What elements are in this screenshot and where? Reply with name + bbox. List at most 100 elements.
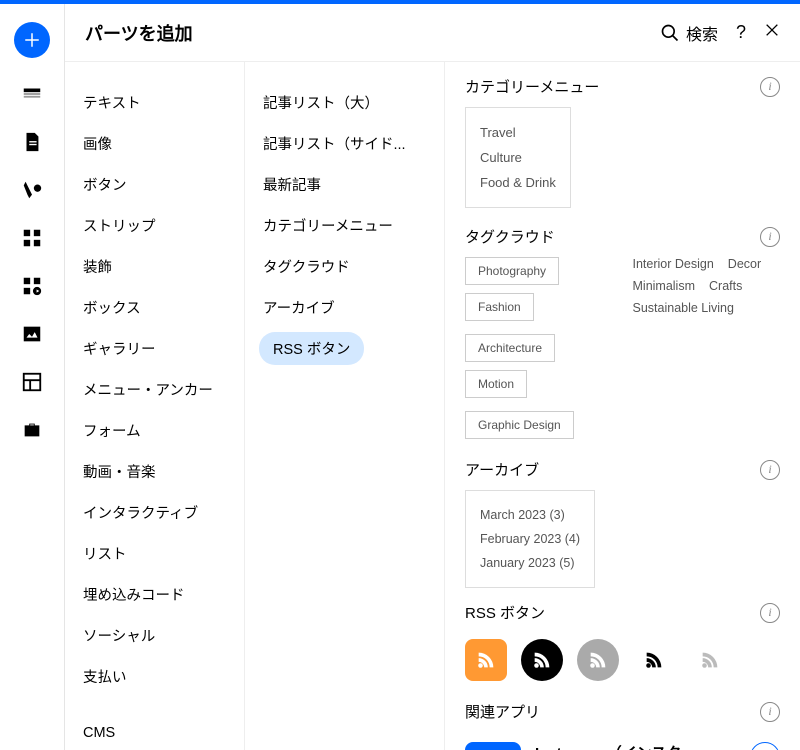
tag-text: Decor: [728, 257, 761, 271]
section-title: 関連アプリ: [465, 701, 540, 722]
category-item[interactable]: ソーシャル: [65, 615, 244, 656]
rss-button-orange[interactable]: [465, 639, 507, 681]
archive-preview[interactable]: March 2023 (3) February 2023 (4) January…: [465, 490, 595, 588]
category-menu-preview[interactable]: Travel Culture Food & Drink: [465, 107, 571, 208]
rss-icon: [699, 649, 721, 671]
app-card: Instagram（インスタ... ライブギャラリーにソーシャルメディアの投稿を…: [465, 732, 780, 750]
tag-chip: Fashion: [465, 293, 534, 321]
info-icon[interactable]: i: [760, 460, 780, 480]
subcategory-item[interactable]: アーカイブ: [245, 287, 444, 328]
rss-button-outline-light[interactable]: [689, 639, 731, 681]
rail-business-icon[interactable]: [20, 418, 44, 442]
search-button[interactable]: 検索: [660, 21, 718, 45]
category-item[interactable]: 画像: [65, 123, 244, 164]
rss-button-black[interactable]: [521, 639, 563, 681]
rss-button-outline-dark[interactable]: [633, 639, 675, 681]
category-item[interactable]: リスト: [65, 533, 244, 574]
archive-line: January 2023 (5): [480, 551, 580, 575]
rail-media-icon[interactable]: [20, 322, 44, 346]
app-icon: [465, 742, 521, 750]
panel-header: パーツを追加 検索 ?: [65, 4, 800, 62]
category-item[interactable]: フォーム: [65, 410, 244, 451]
rail-layout-icon[interactable]: [20, 370, 44, 394]
content: テキスト 画像 ボタン ストリップ 装飾 ボックス ギャラリー メニュー・アンカ…: [65, 62, 800, 750]
section-header: 関連アプリ i: [465, 687, 780, 732]
rss-button-gray[interactable]: [577, 639, 619, 681]
subcategory-item[interactable]: タグクラウド: [245, 246, 444, 287]
preview-line: Travel: [480, 120, 556, 145]
archive-line: February 2023 (4): [480, 527, 580, 551]
close-icon: [764, 22, 780, 38]
category-item[interactable]: ギャラリー: [65, 328, 244, 369]
category-item[interactable]: 埋め込みコード: [65, 574, 244, 615]
close-button[interactable]: [764, 22, 780, 43]
info-icon[interactable]: i: [760, 702, 780, 722]
app-info[interactable]: Instagram（インスタ... ライブギャラリーにソーシャルメディアの投稿を…: [535, 742, 736, 750]
category-item[interactable]: テキスト: [65, 82, 244, 123]
tag-text: Sustainable Living: [633, 301, 734, 315]
main-panel: パーツを追加 検索 ? テキスト 画像 ボタン ストリップ 装飾 ボックス: [64, 4, 800, 750]
subcategory-item[interactable]: カテゴリーメニュー: [245, 205, 444, 246]
tag-text: Crafts: [709, 279, 742, 293]
preview-line: Culture: [480, 145, 556, 170]
tag-cloud-preview: Photography Fashion Architecture Motion …: [465, 257, 780, 445]
section-header: アーカイブ i: [465, 445, 780, 490]
app-add-button[interactable]: +: [750, 742, 780, 750]
category-item[interactable]: メニュー・アンカー: [65, 369, 244, 410]
preview-panel: カテゴリーメニュー i Travel Culture Food & Drink …: [445, 62, 800, 750]
subcategory-list: 記事リスト（大） 記事リスト（サイド... 最新記事 カテゴリーメニュー タグク…: [245, 62, 445, 750]
tag-chip: Photography: [465, 257, 559, 285]
rail-section-icon[interactable]: [20, 82, 44, 106]
add-button[interactable]: [14, 22, 50, 58]
rail-plugins-icon[interactable]: [20, 274, 44, 298]
tag-text: Minimalism: [633, 279, 696, 293]
tag-cloud-chips[interactable]: Photography Fashion Architecture Motion …: [465, 257, 613, 445]
category-item[interactable]: ストリップ: [65, 205, 244, 246]
info-icon[interactable]: i: [760, 603, 780, 623]
category-item[interactable]: ボックス: [65, 287, 244, 328]
rail-page-icon[interactable]: [20, 130, 44, 154]
section-title: アーカイブ: [465, 459, 539, 480]
info-icon[interactable]: i: [760, 227, 780, 247]
section-header: タグクラウド i: [465, 212, 780, 257]
category-item[interactable]: 支払い: [65, 656, 244, 697]
rss-icon: [475, 649, 497, 671]
tag-chip: Architecture: [465, 334, 555, 362]
category-item[interactable]: インタラクティブ: [65, 492, 244, 533]
app-title: Instagram（インスタ...: [535, 742, 705, 750]
search-icon: [660, 23, 680, 43]
section-title: RSS ボタン: [465, 602, 545, 623]
left-icon-rail: [0, 4, 64, 750]
section-title: カテゴリーメニュー: [465, 76, 599, 97]
rail-design-icon[interactable]: [20, 178, 44, 202]
section-header: カテゴリーメニュー i: [465, 62, 780, 107]
subcategory-item[interactable]: 記事リスト（サイド...: [245, 123, 444, 164]
rss-buttons: [465, 633, 780, 687]
preview-line: Food & Drink: [480, 170, 556, 195]
category-list: テキスト 画像 ボタン ストリップ 装飾 ボックス ギャラリー メニュー・アンカ…: [65, 62, 245, 750]
tag-chip: Motion: [465, 370, 527, 398]
rss-icon: [531, 649, 553, 671]
archive-line: March 2023 (3): [480, 503, 580, 527]
container: パーツを追加 検索 ? テキスト 画像 ボタン ストリップ 装飾 ボックス: [0, 4, 800, 750]
category-item[interactable]: 装飾: [65, 246, 244, 287]
rss-icon: [587, 649, 609, 671]
subcategory-item[interactable]: 記事リスト（大）: [245, 82, 444, 123]
section-title: タグクラウド: [465, 226, 555, 247]
plus-icon: [23, 31, 41, 49]
rail-apps-icon[interactable]: [20, 226, 44, 250]
section-header: RSS ボタン i: [465, 588, 780, 633]
tag-text: Interior Design: [633, 257, 714, 271]
tag-chip: Graphic Design: [465, 411, 574, 439]
rss-icon: [643, 649, 665, 671]
category-item[interactable]: 動画・音楽: [65, 451, 244, 492]
header-actions: 検索 ?: [660, 21, 780, 45]
category-item[interactable]: ボタン: [65, 164, 244, 205]
panel-title: パーツを追加: [85, 20, 193, 46]
info-icon[interactable]: i: [760, 77, 780, 97]
subcategory-item[interactable]: 最新記事: [245, 164, 444, 205]
tag-cloud-text[interactable]: Interior Design Decor Minimalism Crafts …: [633, 257, 781, 445]
help-button[interactable]: ?: [736, 22, 746, 43]
subcategory-item-rss[interactable]: RSS ボタン: [259, 332, 364, 365]
category-item[interactable]: CMS: [65, 715, 244, 750]
